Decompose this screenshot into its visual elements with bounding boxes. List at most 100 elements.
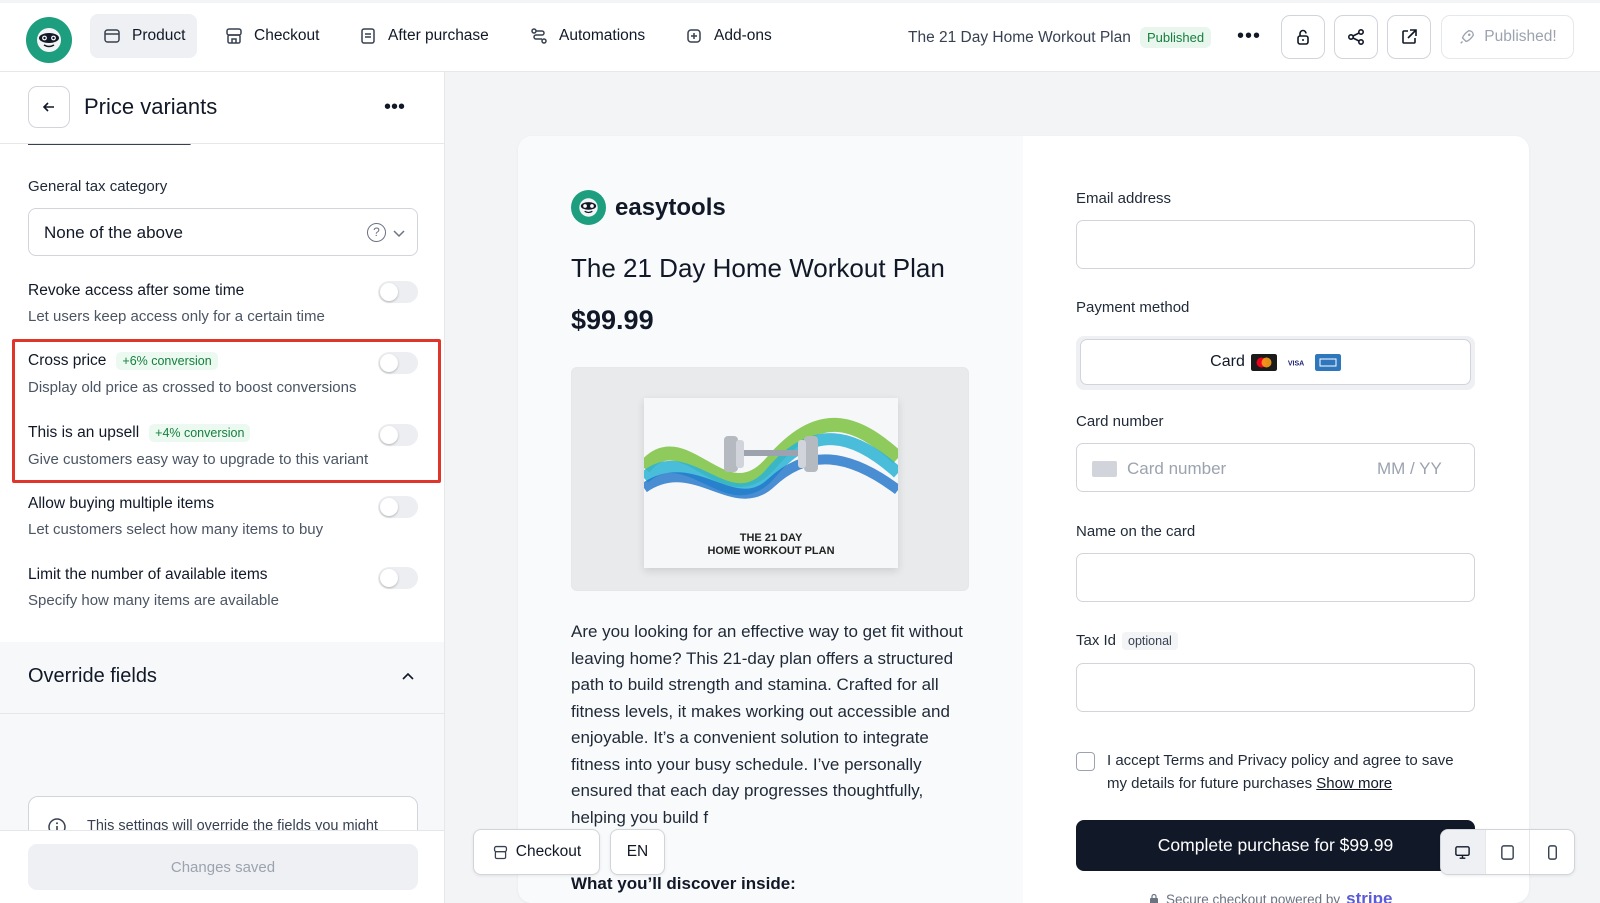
tab-automations[interactable]: Automations	[517, 14, 657, 58]
limit-items-label: Limit the number of available items	[28, 566, 268, 583]
share-button[interactable]	[1334, 15, 1378, 59]
desktop-view-button[interactable]	[1441, 830, 1486, 874]
plus-square-icon	[687, 29, 701, 43]
mobile-icon	[1547, 844, 1557, 860]
lock-icon	[1297, 29, 1309, 45]
changes-saved-button[interactable]: Changes saved	[28, 844, 418, 890]
payment-method-selector: Card VISA	[1076, 336, 1475, 390]
tax-category-select[interactable]: None of the above ?	[28, 208, 418, 256]
email-field[interactable]	[1076, 220, 1475, 269]
optional-tag: optional	[1122, 632, 1178, 650]
product-summary: easytools The 21 Day Home Workout Plan $…	[518, 136, 1023, 903]
brand-logo-icon	[571, 190, 606, 225]
tax-category-label: General tax category	[28, 178, 168, 195]
checkout-preview: easytools The 21 Day Home Workout Plan $…	[518, 136, 1529, 903]
override-header[interactable]: Override fields	[0, 642, 444, 714]
visa-icon: VISA	[1282, 353, 1309, 371]
external-link-icon	[1402, 29, 1417, 44]
published-button[interactable]: Published!	[1441, 15, 1574, 59]
highlight-annotation	[12, 339, 441, 483]
product-image: THE 21 DAY HOME WORKOUT PLAN	[571, 367, 969, 591]
lock-button[interactable]	[1281, 15, 1325, 59]
multiple-items-desc: Let customers select how many items to b…	[28, 521, 324, 538]
brand: easytools	[571, 190, 726, 225]
mobile-view-button[interactable]	[1530, 830, 1574, 874]
tab-automations-label: Automations	[559, 27, 646, 44]
accept-terms-checkbox[interactable]	[1076, 752, 1095, 771]
accept-terms-label: I accept Terms and Privacy policy and ag…	[1107, 752, 1454, 792]
more-options-icon[interactable]: •••	[1236, 23, 1262, 49]
product-description: Are you looking for an effective way to …	[571, 622, 963, 827]
device-preview-switcher	[1440, 829, 1575, 875]
wallet-icon	[104, 29, 120, 43]
arrow-left-icon	[42, 102, 54, 112]
show-more-link[interactable]: Show more	[1316, 775, 1392, 792]
tab-product-label: Product	[132, 27, 186, 44]
card-number-field[interactable]: Card number MM / YY	[1076, 443, 1475, 492]
tab-after-purchase[interactable]: After purchase	[346, 14, 501, 58]
limit-items-desc: Specify how many items are available	[28, 592, 279, 609]
image-caption: THE 21 DAY HOME WORKOUT PLAN	[644, 532, 898, 558]
rocket-icon	[1460, 30, 1475, 44]
secure-checkout-note: Secure checkout powered by stripe	[1148, 889, 1392, 903]
tab-checkout-label: Checkout	[254, 27, 320, 44]
panel-footer: Changes saved	[0, 830, 444, 903]
tab-add-ons-label: Add-ons	[714, 27, 772, 44]
tab-after-purchase-label: After purchase	[388, 27, 489, 44]
payment-option-card[interactable]: Card VISA	[1080, 339, 1471, 385]
dumbbell-wave-graphic	[644, 417, 898, 499]
payment-option-label: Card	[1210, 353, 1245, 370]
help-icon[interactable]: ?	[367, 223, 386, 242]
app-logo[interactable]	[26, 17, 72, 63]
revoke-access-title: Revoke access after some time	[28, 282, 244, 300]
discover-heading: What you’ll discover inside:	[571, 874, 796, 893]
multiple-items-toggle[interactable]	[378, 496, 418, 518]
tablet-view-button[interactable]	[1486, 830, 1531, 874]
revoke-access-desc: Let users keep access only for a certain…	[28, 308, 325, 325]
tax-id-label: Tax Id optional	[1076, 632, 1178, 650]
share-icon	[1347, 28, 1365, 46]
credit-card-icon	[1092, 461, 1117, 477]
top-navigation: Product Checkout After purchase Automati…	[0, 3, 1600, 72]
tablet-icon	[1501, 844, 1514, 860]
image-caption-line2: HOME WORKOUT PLAN	[707, 545, 835, 557]
name-on-card-field[interactable]	[1076, 553, 1475, 602]
desktop-icon	[1455, 845, 1471, 859]
published-button-label: Published!	[1484, 28, 1557, 45]
receipt-icon	[361, 28, 375, 44]
revoke-access-toggle[interactable]	[378, 281, 418, 303]
sloth-icon	[579, 198, 598, 217]
multiple-items-label: Allow buying multiple items	[28, 495, 215, 512]
card-number-placeholder: Card number	[1127, 459, 1227, 478]
tab-product[interactable]: Product	[90, 14, 198, 58]
checkout-view-button[interactable]: Checkout	[473, 829, 600, 875]
product-price: $99.99	[571, 305, 654, 335]
tab-checkout[interactable]: Checkout	[212, 14, 331, 58]
panel-more-icon[interactable]: •••	[384, 96, 405, 119]
storefront-icon	[226, 28, 242, 44]
tax-id-label-text: Tax Id	[1076, 632, 1117, 649]
settings-panel: Price variants ••• Learn more about taxe…	[0, 72, 445, 903]
revoke-access-label: Revoke access after some time	[28, 282, 245, 299]
language-selector[interactable]: EN	[610, 829, 665, 875]
panel-header: Price variants •••	[0, 72, 444, 144]
email-label: Email address	[1076, 190, 1172, 207]
card-number-label: Card number	[1076, 413, 1164, 430]
checkout-view-label: Checkout	[515, 843, 582, 860]
brand-name: easytools	[615, 193, 726, 221]
image-caption-line1: THE 21 DAY	[739, 532, 803, 544]
limit-items-toggle[interactable]	[378, 567, 418, 589]
tax-category-value: None of the above	[44, 223, 183, 242]
product-box-graphic: THE 21 DAY HOME WORKOUT PLAN	[644, 398, 898, 568]
lock-icon	[1150, 893, 1158, 903]
back-button[interactable]	[28, 86, 70, 128]
chevron-up-icon	[402, 672, 414, 680]
open-external-button[interactable]	[1387, 15, 1431, 59]
tab-add-ons[interactable]: Add-ons	[672, 14, 784, 58]
mastercard-icon	[1250, 353, 1277, 371]
complete-purchase-button[interactable]: Complete purchase for $99.99	[1076, 820, 1475, 871]
name-on-card-label: Name on the card	[1076, 523, 1196, 540]
multiple-items-title: Allow buying multiple items	[28, 495, 214, 513]
accept-terms-text: I accept Terms and Privacy policy and ag…	[1107, 749, 1467, 795]
tax-id-field[interactable]	[1076, 663, 1475, 712]
